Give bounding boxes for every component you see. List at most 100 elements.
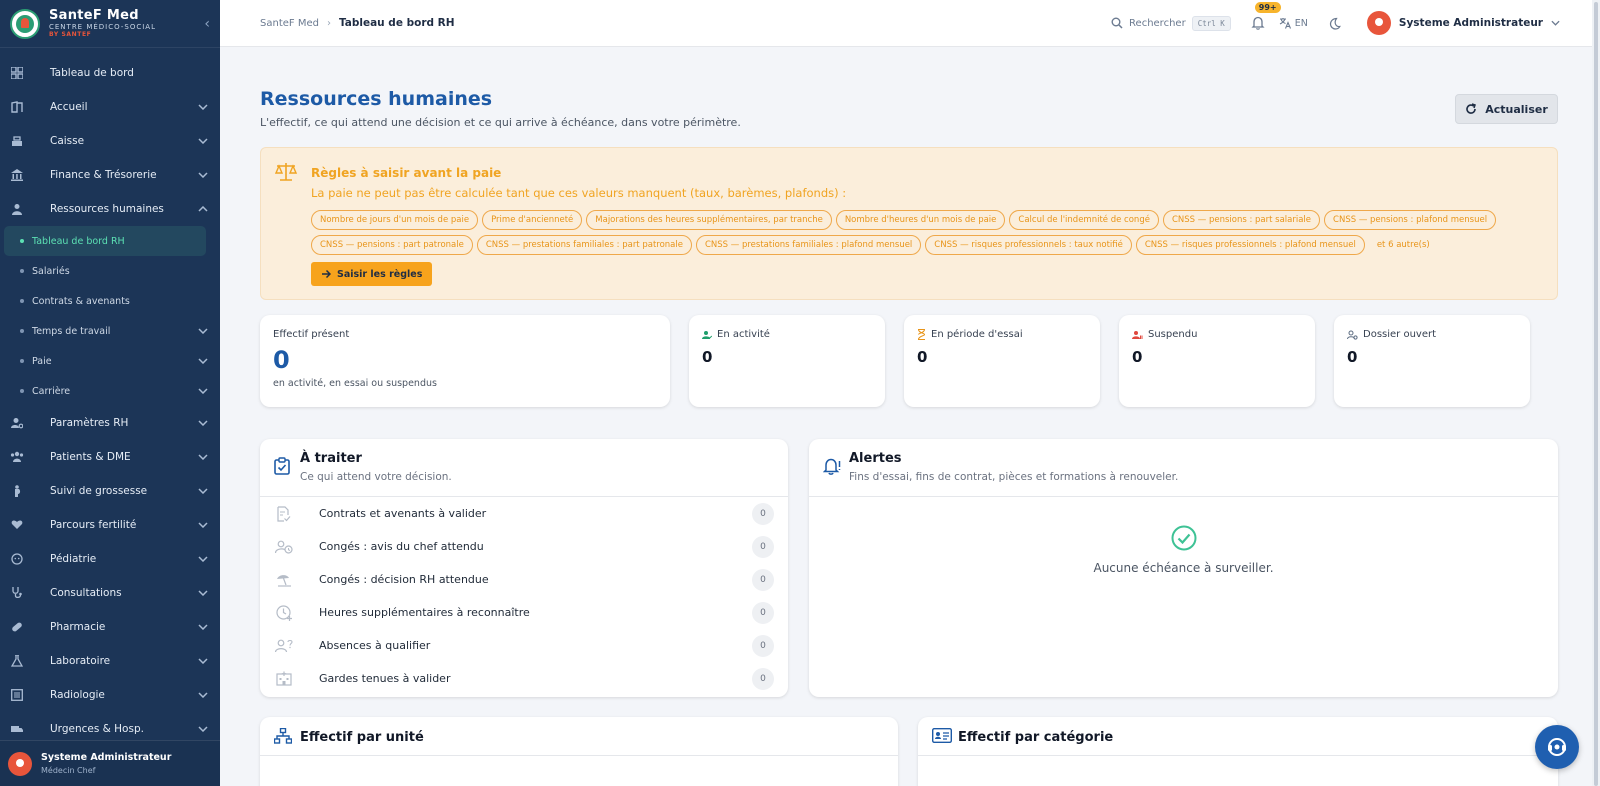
translate-icon (1279, 17, 1291, 29)
chevron-down-icon (198, 326, 208, 337)
todo-row-count: 0 (752, 667, 774, 690)
sidebar-subitem-worktime[interactable]: Temps de travail (0, 316, 220, 346)
alerts-panel: Alertes Fins d'essai, fins de contrat, p… (809, 439, 1558, 697)
door-icon (10, 100, 24, 114)
sidebar-item-patients[interactable]: Patients & DME (0, 440, 220, 474)
brand-by: BY SANTEF (49, 31, 92, 38)
user-menu-name: Systeme Administrateur (1398, 17, 1543, 29)
missing-rule-chip[interactable]: CNSS — pensions : plafond mensuel (1324, 210, 1497, 230)
stat-value: 0 (1347, 348, 1358, 366)
todo-row-count: 0 (752, 601, 774, 624)
todo-row-count: 0 (752, 502, 774, 525)
by-unit-title: Effectif par unité (300, 730, 424, 745)
todo-row-count: 0 (752, 634, 774, 657)
missing-rule-chip[interactable]: CNSS — pensions : part salariale (1162, 210, 1321, 230)
chevron-down-icon (198, 356, 208, 367)
chevron-down-icon (198, 655, 208, 667)
missing-rule-chip[interactable]: Majorations des heures supplémentaires, … (586, 210, 832, 230)
notifications-button[interactable]: 99+ (1251, 2, 1281, 30)
sidebar-item-label: Ressources humaines (50, 203, 164, 215)
todo-row[interactable]: Contrats et avenants à valider 0 (260, 497, 788, 530)
todo-row[interactable]: Heures supplémentaires à reconnaître 0 (260, 596, 788, 629)
user-menu[interactable]: Systeme Administrateur (1366, 11, 1560, 35)
todo-row-count: 0 (752, 535, 774, 558)
missing-rule-chip[interactable]: CNSS — risques professionnels : plafond … (1135, 235, 1365, 255)
page-header: Ressources humaines L'effectif, ce qui a… (260, 88, 741, 129)
xray-icon (10, 688, 24, 702)
sidebar-item-label: Accueil (50, 101, 88, 113)
sidebar-item-laboratory[interactable]: Laboratoire (0, 644, 220, 678)
flask-icon (10, 654, 24, 668)
todo-row[interactable]: Absences à qualifier 0 (260, 629, 788, 662)
missing-rule-chip[interactable]: CNSS — pensions : part patronale (311, 235, 473, 255)
breadcrumb-current: Tableau de bord RH (338, 17, 455, 29)
sidebar-collapse-icon[interactable]: ‹ (204, 16, 210, 32)
refresh-label: Actualiser (1485, 102, 1548, 116)
stat-card-trial: En période d'essai 0 (904, 315, 1100, 407)
sidebar-user-card[interactable]: Systeme Administrateur Médecin Chef (0, 740, 220, 786)
sidebar-item-hr[interactable]: Ressources humaines (0, 192, 220, 226)
todo-row[interactable]: Gardes tenues à valider 0 (260, 662, 788, 695)
sidebar-item-pharmacy[interactable]: Pharmacie (0, 610, 220, 644)
language-switcher[interactable]: EN (1279, 17, 1308, 29)
enter-rules-button[interactable]: Saisir les règles (311, 262, 433, 286)
sidebar-item-finance[interactable]: Finance & Trésorerie (0, 158, 220, 192)
sidebar-item-label: Suivi de grossesse (50, 485, 148, 497)
sidebar-item-consultations[interactable]: Consultations (0, 576, 220, 610)
chevron-down-icon (1551, 17, 1560, 29)
refresh-button[interactable]: Actualiser (1455, 94, 1558, 124)
refresh-icon (1465, 103, 1477, 115)
missing-rule-chip[interactable]: CNSS — prestations familiales : part pat… (476, 235, 692, 255)
assistant-fab-button[interactable] (1535, 725, 1579, 769)
stat-value: 0 (917, 348, 928, 366)
stat-value: 0 (273, 346, 290, 374)
todo-row[interactable]: Congés : décision RH attendue 0 (260, 563, 788, 596)
missing-rule-chip[interactable]: Prime d'ancienneté (482, 210, 583, 230)
topbar: SanteF Med › Tableau de bord RH Recherch… (220, 0, 1600, 47)
stat-label: Dossier ouvert (1363, 329, 1437, 340)
clipboard-check-icon (274, 457, 290, 479)
brand-name: SanteF Med (49, 8, 139, 23)
page-title: Ressources humaines (260, 88, 493, 110)
search-button[interactable]: Rechercher Ctrl K (1111, 15, 1231, 31)
sidebar-item-accueil[interactable]: Accueil (0, 90, 220, 124)
sidebar-item-caisse[interactable]: Caisse (0, 124, 220, 158)
sidebar-subitem-career[interactable]: Carrière (0, 376, 220, 406)
baby-icon (10, 552, 24, 566)
breadcrumb-root[interactable]: SanteF Med (260, 18, 319, 29)
sidebar-subitem-employees[interactable]: Salariés (0, 256, 220, 286)
chevron-down-icon (198, 135, 208, 147)
chevron-down-icon (198, 169, 208, 181)
sidebar-subitem-contracts[interactable]: Contrats & avenants (0, 286, 220, 316)
sidebar-item-pregnancy[interactable]: Suivi de grossesse (0, 474, 220, 508)
search-label: Rechercher (1129, 17, 1186, 29)
missing-rule-chip[interactable]: Nombre d'heures d'un mois de paie (835, 210, 1006, 230)
sidebar-nav: Tableau de bord Accueil Caisse Finance &… (0, 48, 220, 746)
sidebar-subitem-label: Tableau de bord RH (32, 235, 125, 247)
sidebar-item-hr-settings[interactable]: Paramètres RH (0, 406, 220, 440)
theme-toggle[interactable] (1328, 17, 1341, 30)
todo-subtitle: Ce qui attend votre décision. (300, 471, 452, 483)
sidebar-item-label: Parcours fertilité (50, 519, 137, 531)
stethoscope-icon (10, 586, 24, 600)
todo-row[interactable]: Congés : avis du chef attendu 0 (260, 530, 788, 563)
missing-rule-chip[interactable]: CNSS — risques professionnels : taux not… (925, 235, 1132, 255)
missing-rule-chip[interactable]: Calcul de l'indemnité de congé (1009, 210, 1159, 230)
sidebar-item-fertility[interactable]: Parcours fertilité (0, 508, 220, 542)
bell-icon (1251, 16, 1265, 30)
sidebar-item-radiology[interactable]: Radiologie (0, 678, 220, 712)
page-scrollbar-thumb[interactable] (1594, 2, 1598, 786)
sidebar-item-label: Paramètres RH (50, 417, 129, 429)
sidebar-item-pediatrics[interactable]: Pédiatrie (0, 542, 220, 576)
sidebar-subitem-hr-dashboard[interactable]: Tableau de bord RH (4, 226, 206, 256)
by-category-panel: Effectif par catégorie (918, 717, 1558, 786)
sidebar-subitem-payroll[interactable]: Paie (0, 346, 220, 376)
stat-card-present: Effectif présent 0 en activité, en essai… (260, 315, 670, 407)
chevron-down-icon (198, 587, 208, 599)
sidebar-item-dashboard[interactable]: Tableau de bord (0, 56, 220, 90)
breadcrumb-separator-icon: › (326, 17, 331, 29)
user-file-icon (1347, 330, 1358, 340)
missing-rule-chip[interactable]: CNSS — prestations familiales : plafond … (695, 235, 922, 255)
todo-list: Contrats et avenants à valider 0 Congés … (260, 497, 788, 695)
missing-rule-chip[interactable]: Nombre de jours d'un mois de paie (311, 210, 479, 230)
